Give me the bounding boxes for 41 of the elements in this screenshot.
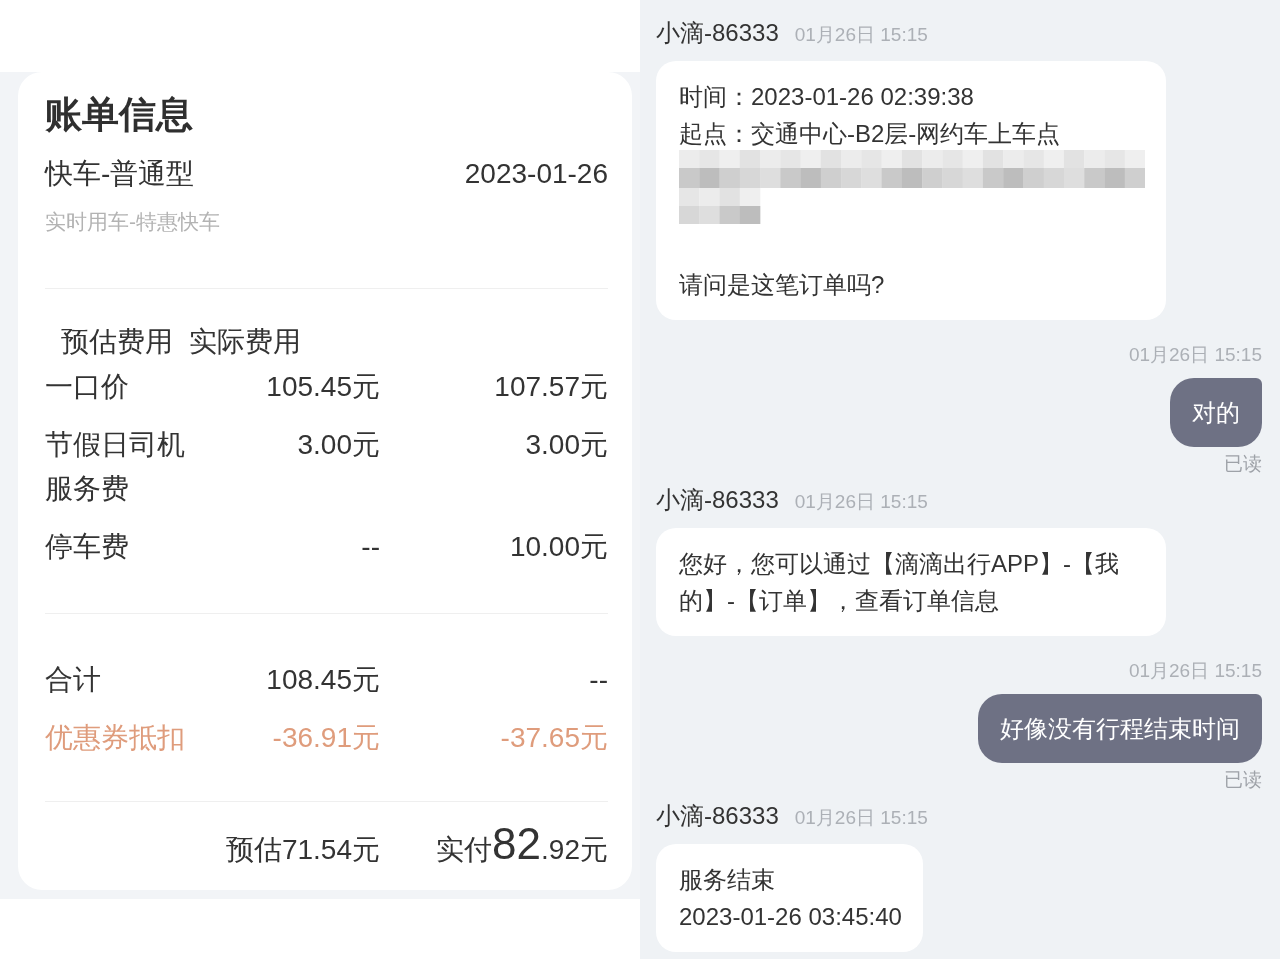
paid-total: 实付82.92元 — [435, 822, 608, 870]
ride-type: 快车-普通型 — [45, 157, 195, 191]
sender-name: 小滴-86333 — [656, 18, 779, 48]
sender-name: 小滴-86333 — [656, 485, 779, 515]
fee-amount: -36.91元 — [271, 721, 380, 755]
message-text: 对的 — [1192, 398, 1240, 428]
message-text: 2023-01-26 03:45:40 — [679, 902, 902, 932]
message-time: 01月26日 15:15 — [794, 490, 928, 514]
bill-date: 2023-01-26 — [464, 157, 608, 191]
message-text: 您好，您可以通过【滴滴出行APP】-【我的】-【订单】，查看订单信息 — [679, 549, 1120, 616]
message-text: 起点：交通中心-B2层-网约车上车点 — [679, 119, 1062, 149]
column-header: 实际费用 — [189, 325, 301, 359]
read-status: 已读 — [1224, 768, 1262, 792]
message-text: 请问是这笔订单吗? — [679, 270, 886, 300]
fee-amount: 3.00元 — [524, 428, 608, 462]
estimated-total: 预估71.54元 — [224, 833, 380, 867]
fee-label: 合计 — [45, 663, 102, 697]
fee-amount: 107.57元 — [493, 370, 608, 404]
service-type: 实时用车-特惠快车 — [45, 209, 221, 235]
fee-amount: -- — [360, 530, 380, 564]
fee-label: 优惠券抵扣 — [45, 721, 186, 755]
read-status: 已读 — [1224, 452, 1262, 476]
fee-label: 节假日司机服务费 — [45, 428, 186, 506]
bill-title: 账单信息 — [45, 93, 194, 137]
message-text: 好像没有行程结束时间 — [1000, 714, 1240, 744]
message-time: 01月26日 15:15 — [1128, 343, 1262, 367]
message-text: 服务结束 — [679, 865, 776, 895]
fee-amount: 105.45元 — [265, 370, 380, 404]
fee-label: 一口价 — [45, 370, 130, 404]
fee-amount: -- — [588, 663, 608, 697]
fee-amount: 10.00元 — [508, 530, 608, 564]
fee-amount: -37.65元 — [499, 721, 608, 755]
fee-label: 停车费 — [45, 530, 130, 564]
fee-amount: 3.00元 — [296, 428, 380, 462]
column-header: 预估费用 — [61, 325, 173, 359]
message-time: 01月26日 15:15 — [794, 806, 928, 830]
message-time: 01月26日 15:15 — [1128, 659, 1262, 683]
message-time: 01月26日 15:15 — [794, 23, 928, 47]
sender-name: 小滴-86333 — [656, 801, 779, 831]
fee-amount: 108.45元 — [265, 663, 380, 697]
message-text: 时间：2023-01-26 02:39:38 — [679, 82, 975, 112]
